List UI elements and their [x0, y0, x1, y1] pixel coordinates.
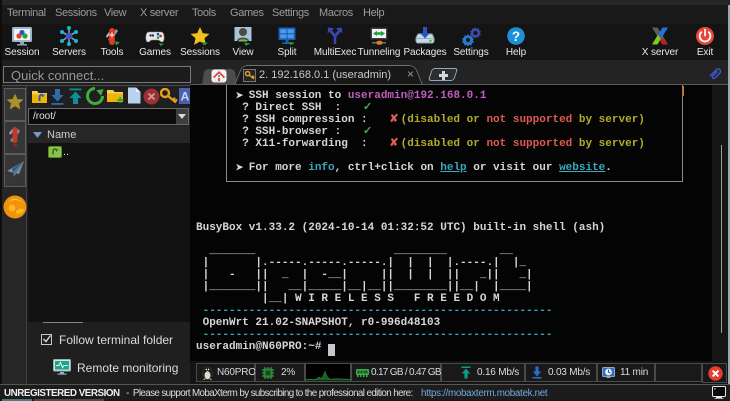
svg-text:?: ?: [512, 29, 520, 44]
svg-text:A: A: [181, 90, 190, 104]
